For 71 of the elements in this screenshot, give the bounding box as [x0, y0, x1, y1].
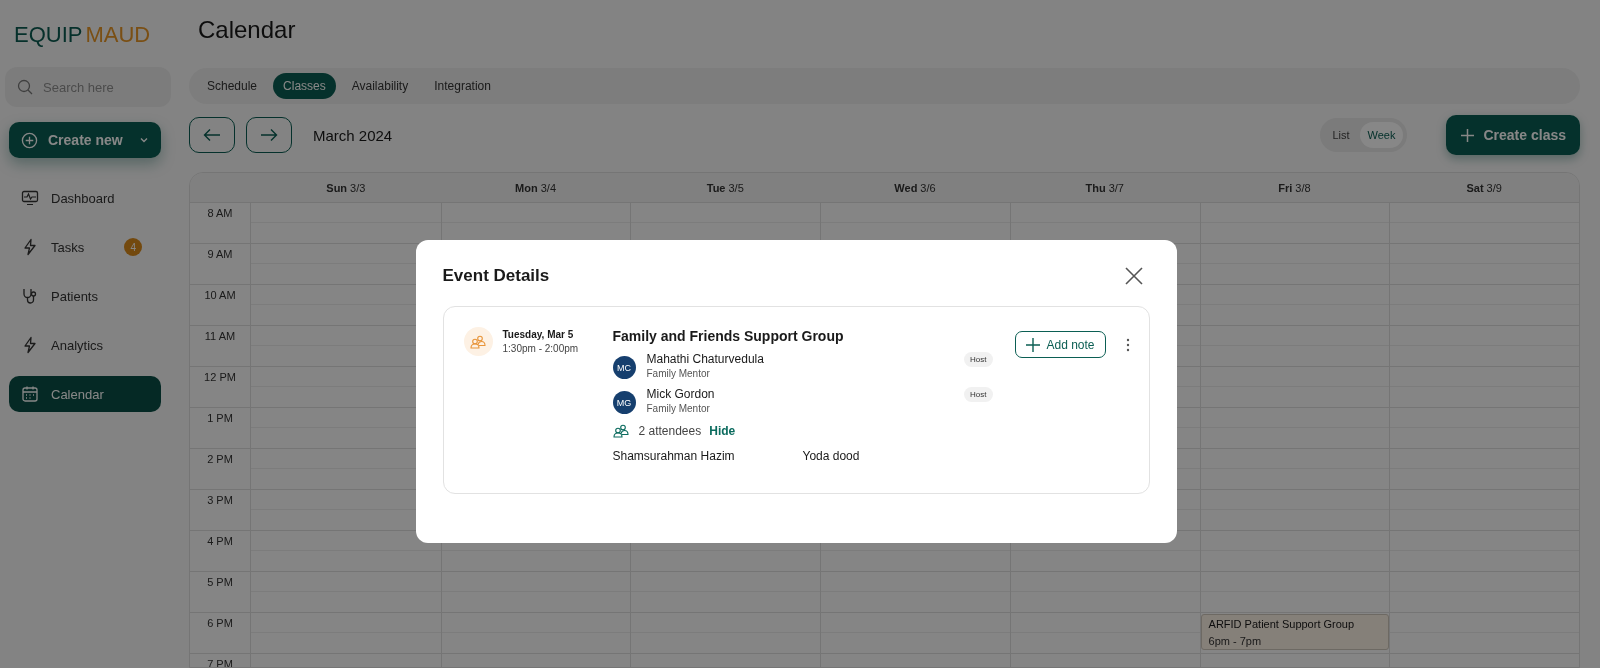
event-time: 6pm - 7pm — [1208, 635, 1263, 648]
tab[interactable]: Schedule — [197, 72, 268, 99]
hour-label: 2 PM — [207, 453, 233, 468]
day-header: Thu 3/7 — [1084, 180, 1125, 196]
nav-item[interactable]: Calendar — [9, 376, 161, 412]
nav-item[interactable]: Tasks 4 — [9, 229, 161, 265]
count-badge: 4 — [124, 238, 143, 256]
monitor-icon — [21, 189, 39, 207]
tab[interactable]: Integration — [424, 72, 501, 99]
host-name: Mick Gordon — [646, 387, 716, 401]
day-header: Mon 3/4 — [514, 180, 557, 196]
nav-item[interactable]: Dashboard — [9, 180, 161, 216]
day-header: Sat 3/9 — [1465, 180, 1503, 196]
hour-label: 9 AM — [207, 248, 233, 263]
host-name: Mahathi Chaturvedula — [646, 352, 765, 366]
view-option[interactable]: List — [1324, 122, 1358, 149]
hour-label: 5 PM — [207, 576, 233, 591]
calendar-event[interactable]: ARFID Patient Support Group 6pm - 7pm — [1200, 614, 1390, 651]
avatar: MC — [612, 356, 636, 379]
plus-circle-icon — [21, 131, 38, 149]
hour-label: 12 PM — [204, 371, 236, 386]
hour-label: 4 PM — [207, 535, 233, 550]
event-date: Tuesday, Mar 5 — [502, 329, 575, 340]
attendee-name: Shamsurahman Hazim — [612, 449, 736, 463]
arrow-right-icon — [260, 128, 278, 143]
dialog-title: Event Details — [442, 266, 550, 286]
next-button[interactable] — [246, 117, 292, 154]
hour-label: 8 AM — [207, 207, 233, 222]
attendee-name: Yoda dood — [802, 449, 861, 463]
day-header: Fri 3/8 — [1277, 180, 1312, 196]
hour-label: 11 AM — [204, 330, 236, 345]
plus-icon — [1025, 337, 1040, 352]
hour-label: 1 PM — [207, 412, 233, 427]
create-new-button[interactable]: Create new — [9, 122, 161, 158]
plus-icon — [1460, 127, 1476, 143]
create-class-button[interactable]: Create class — [1446, 115, 1580, 156]
host-role: Family Mentor — [646, 403, 711, 414]
host-badge: Host — [964, 352, 993, 367]
tab[interactable]: Classes — [273, 72, 336, 99]
hour-label: 3 PM — [207, 494, 233, 509]
day-header: Wed 3/6 — [893, 180, 937, 196]
more-options-icon[interactable] — [1125, 338, 1130, 352]
previous-button[interactable] — [189, 117, 235, 154]
hour-label: 6 PM — [207, 617, 233, 632]
arrow-left-icon — [203, 128, 221, 143]
tab[interactable]: Availability — [341, 72, 419, 99]
stethoscope-icon — [21, 287, 39, 305]
add-note-button[interactable]: Add note — [1014, 331, 1106, 358]
view-option[interactable]: Week — [1359, 122, 1404, 149]
attendee-count: 2 attendees — [638, 424, 702, 438]
event-title: Family and Friends Support Group — [612, 328, 845, 344]
group-icon — [463, 327, 493, 356]
page-title: Calendar — [198, 16, 297, 44]
chevron-down-icon — [139, 135, 149, 145]
hide-link[interactable]: Hide — [709, 424, 736, 438]
close-icon[interactable] — [1124, 267, 1143, 285]
host-badge: Host — [964, 387, 993, 402]
calendar-icon — [21, 385, 39, 403]
logo: EQUIP MAUD — [14, 22, 151, 48]
event-title: ARFID Patient Support Group — [1208, 618, 1356, 631]
nav-item[interactable]: Analytics — [9, 327, 161, 363]
day-header: Tue 3/5 — [705, 180, 745, 196]
hour-label: 10 AM — [204, 289, 236, 304]
search-icon — [17, 79, 33, 95]
event-time: 1:30pm - 2:00pm — [502, 343, 580, 354]
day-header: Sun 3/3 — [325, 180, 367, 196]
host-role: Family Mentor — [646, 368, 711, 379]
month-label: March 2024 — [313, 126, 393, 144]
nav-item[interactable]: Patients — [9, 278, 161, 314]
group-icon — [612, 423, 629, 439]
avatar: MG — [612, 391, 636, 414]
